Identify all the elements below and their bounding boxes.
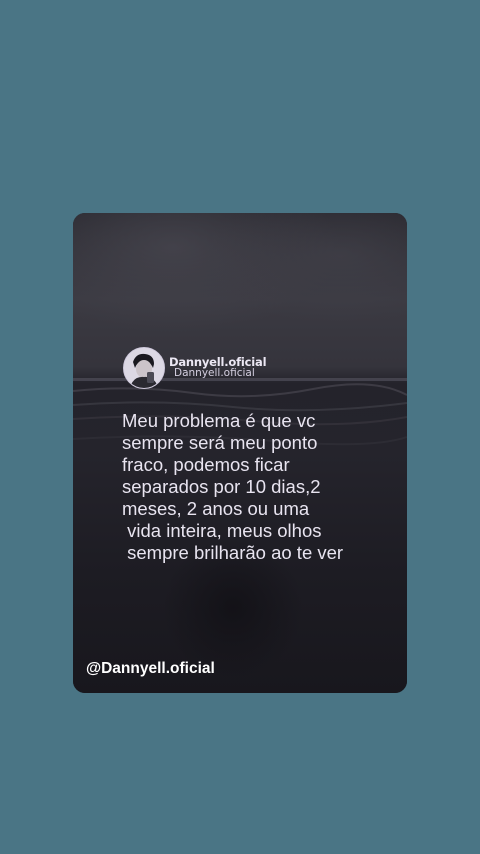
quote-text: Meu problema é que vc sempre será meu po…	[122, 410, 392, 564]
quote-line: separados por 10 dias,2	[122, 476, 321, 497]
watermark-handle: @Dannyell.oficial	[86, 660, 215, 677]
quote-line: vida inteira, meus olhos	[122, 520, 322, 541]
quote-line: sempre será meu ponto	[122, 432, 318, 453]
author-names: Dannyell.oficial Dannyell.oficial	[169, 356, 267, 379]
quote-line: fraco, podemos ficar	[122, 454, 290, 475]
quote-card: Dannyell.oficial Dannyell.oficial Meu pr…	[73, 213, 407, 693]
screen: Dannyell.oficial Dannyell.oficial Meu pr…	[0, 0, 480, 854]
quote-line: sempre brilharão ao te ver	[122, 542, 344, 563]
quote-line: Meu problema é que vc	[122, 410, 316, 431]
avatar-photo-icon	[124, 348, 164, 388]
author-handle: Dannyell.oficial	[174, 367, 255, 379]
avatar[interactable]	[123, 347, 165, 389]
quote-line: meses, 2 anos ou uma	[122, 498, 310, 519]
post-author-header: Dannyell.oficial Dannyell.oficial	[123, 347, 267, 389]
